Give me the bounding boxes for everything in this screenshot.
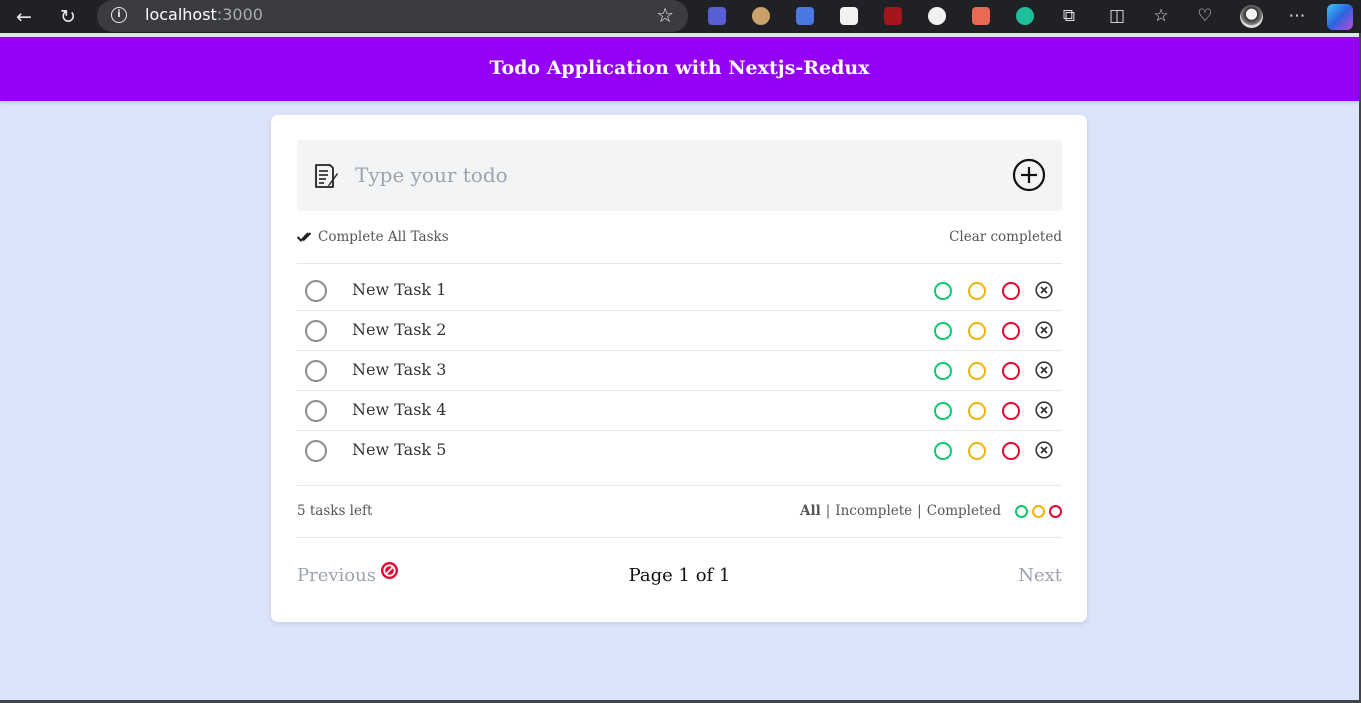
pagination: Previous Page 1 of 1 Next bbox=[297, 562, 1062, 589]
todo-checkbox[interactable] bbox=[305, 280, 327, 302]
divider bbox=[297, 263, 1062, 264]
extensions-puzzle-icon[interactable]: ⧉ bbox=[1057, 4, 1081, 28]
todo-item: New Task 2 bbox=[297, 311, 1062, 351]
priority-green-button[interactable] bbox=[934, 402, 952, 420]
delete-todo-icon[interactable] bbox=[1035, 321, 1053, 339]
todo-card: Complete All Tasks Clear completed New T… bbox=[271, 115, 1087, 622]
priority-yellow-button[interactable] bbox=[968, 322, 986, 340]
extension-eyes-icon[interactable] bbox=[840, 7, 858, 25]
priority-green-button[interactable] bbox=[934, 442, 952, 460]
delete-todo-icon[interactable] bbox=[1035, 281, 1053, 299]
divider bbox=[297, 485, 1062, 486]
todo-item: New Task 1 bbox=[297, 271, 1062, 311]
back-arrow-icon[interactable]: ← bbox=[11, 4, 37, 30]
extension-ublock-icon[interactable] bbox=[884, 7, 902, 25]
todo-input-wrapper bbox=[297, 140, 1062, 211]
priority-red-button[interactable] bbox=[1002, 282, 1020, 300]
profile-avatar[interactable] bbox=[1240, 5, 1263, 28]
extension-circle-icon[interactable] bbox=[928, 7, 946, 25]
filter-group: All | Incomplete | Completed bbox=[800, 503, 1062, 519]
clear-completed-button[interactable]: Clear completed bbox=[949, 229, 1062, 245]
todo-checkbox[interactable] bbox=[305, 400, 327, 422]
priority-yellow-button[interactable] bbox=[968, 402, 986, 420]
todo-item: New Task 4 bbox=[297, 391, 1062, 431]
priority-yellow-button[interactable] bbox=[968, 442, 986, 460]
app-title: Todo Application with Nextjs-Redux bbox=[489, 57, 870, 79]
extension-red-icon[interactable] bbox=[972, 7, 990, 25]
extension-translate-icon[interactable] bbox=[796, 7, 814, 25]
browser-essentials-icon[interactable]: ♡ bbox=[1193, 4, 1217, 28]
todo-checkbox[interactable] bbox=[305, 320, 327, 342]
copilot-icon[interactable] bbox=[1327, 4, 1353, 30]
bookmark-star-icon[interactable]: ☆ bbox=[656, 3, 674, 27]
priority-yellow-button[interactable] bbox=[968, 282, 986, 300]
priority-red-button[interactable] bbox=[1002, 362, 1020, 380]
priority-green-button[interactable] bbox=[934, 282, 952, 300]
filter-completed[interactable]: Completed bbox=[927, 503, 1001, 519]
address-bar[interactable]: i localhost:3000 ☆ bbox=[97, 0, 688, 32]
divider bbox=[297, 537, 1062, 538]
more-options-icon[interactable]: ⋯ bbox=[1285, 4, 1309, 28]
priority-yellow-button[interactable] bbox=[968, 362, 986, 380]
priority-red-button[interactable] bbox=[1002, 442, 1020, 460]
todo-checkbox[interactable] bbox=[305, 360, 327, 382]
add-todo-button[interactable] bbox=[1012, 158, 1046, 192]
todo-text: New Task 3 bbox=[352, 360, 447, 379]
previous-button[interactable]: Previous bbox=[297, 562, 399, 586]
todo-list: New Task 1 New Task 2 New Task 3 New Tas… bbox=[297, 271, 1062, 470]
complete-all-button[interactable]: Complete All Tasks bbox=[297, 229, 449, 245]
tasks-left-count: 5 tasks left bbox=[297, 503, 373, 519]
bulk-actions-row: Complete All Tasks Clear completed bbox=[297, 229, 1062, 249]
no-entry-icon bbox=[380, 562, 398, 579]
favorites-icon[interactable]: ☆ bbox=[1149, 4, 1173, 28]
priority-red-button[interactable] bbox=[1002, 322, 1020, 340]
priority-green-button[interactable] bbox=[934, 362, 952, 380]
extension-face-icon[interactable] bbox=[752, 7, 770, 25]
delete-todo-icon[interactable] bbox=[1035, 361, 1053, 379]
page-indicator: Page 1 of 1 bbox=[628, 565, 731, 586]
delete-todo-icon[interactable] bbox=[1035, 441, 1053, 459]
todo-checkbox[interactable] bbox=[305, 440, 327, 462]
todo-text: New Task 5 bbox=[352, 440, 447, 459]
previous-label: Previous bbox=[297, 565, 376, 586]
filter-separator: | bbox=[917, 503, 922, 519]
address-url: localhost:3000 bbox=[145, 5, 263, 24]
complete-all-label: Complete All Tasks bbox=[318, 229, 449, 245]
priority-red-button[interactable] bbox=[1002, 402, 1020, 420]
extension-green-icon[interactable] bbox=[1016, 7, 1034, 25]
todo-item: New Task 3 bbox=[297, 351, 1062, 391]
todo-text: New Task 4 bbox=[352, 400, 447, 419]
filter-separator: | bbox=[825, 503, 831, 519]
extension-shield-icon[interactable] bbox=[708, 7, 726, 25]
todo-item: New Task 5 bbox=[297, 431, 1062, 470]
filter-all[interactable]: All bbox=[800, 503, 821, 519]
note-pencil-icon bbox=[315, 164, 338, 188]
reload-icon[interactable]: ↻ bbox=[55, 4, 81, 30]
browser-toolbar: ← ↻ i localhost:3000 ☆ ⧉ ◫ ☆ ♡ ⋯ bbox=[0, 0, 1361, 33]
filter-incomplete[interactable]: Incomplete bbox=[835, 503, 912, 519]
filter-priority-green[interactable] bbox=[1015, 504, 1028, 518]
filter-priority-red[interactable] bbox=[1049, 504, 1062, 518]
delete-todo-icon[interactable] bbox=[1035, 401, 1053, 419]
todo-text: New Task 2 bbox=[352, 320, 447, 339]
double-check-icon bbox=[297, 232, 312, 242]
filter-priority-yellow[interactable] bbox=[1032, 504, 1045, 518]
site-info-icon[interactable]: i bbox=[111, 7, 127, 23]
status-row: 5 tasks left All | Incomplete | Complete… bbox=[297, 503, 1062, 523]
next-button[interactable]: Next bbox=[1018, 565, 1062, 586]
todo-text: New Task 1 bbox=[352, 280, 447, 299]
app-header: Todo Application with Nextjs-Redux bbox=[0, 37, 1359, 101]
priority-green-button[interactable] bbox=[934, 322, 952, 340]
todo-input[interactable] bbox=[355, 156, 995, 194]
url-port: :3000 bbox=[216, 5, 263, 24]
split-screen-icon[interactable]: ◫ bbox=[1105, 4, 1129, 28]
url-host: localhost bbox=[145, 5, 217, 24]
